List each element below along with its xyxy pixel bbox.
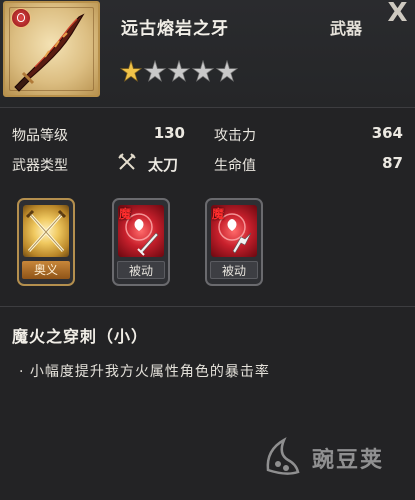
skill-card-passive-2[interactable]: 魔 被动: [205, 198, 263, 286]
hp-label: 生命值: [214, 158, 256, 174]
passive-skill-image: 魔: [211, 205, 257, 257]
divider: [0, 306, 415, 307]
hp-value: 87: [382, 154, 403, 172]
skill-card-ultimate[interactable]: 奥义: [17, 198, 75, 286]
divider: [0, 107, 415, 108]
crossed-swords-icon: [118, 153, 136, 170]
skill-description: · 小幅度提升我方火属性角色的暴击率: [19, 364, 270, 380]
item-level-value: 130: [153, 124, 185, 142]
ultimate-skill-image: [23, 205, 69, 257]
item-level-label: 物品等级: [12, 128, 68, 144]
star-empty-icon: [192, 60, 214, 82]
star-empty-icon: [168, 60, 190, 82]
item-category: 武器: [330, 19, 363, 38]
demon-corner-badge: 魔: [212, 207, 225, 221]
weapon-blade-icon: [14, 13, 85, 92]
attack-value: 364: [371, 124, 403, 142]
star-empty-icon: [144, 60, 166, 82]
skill-tag-label: 被动: [117, 261, 165, 279]
weapon-type-label: 武器类型: [12, 158, 68, 174]
wandoujia-logo-icon: [266, 437, 300, 475]
weapon-name: 远古熔岩之牙: [121, 19, 229, 39]
skill-tag-label: 被动: [210, 261, 258, 279]
weapon-portrait: [3, 1, 100, 97]
passive-skill-image: 魔: [118, 205, 164, 257]
skill-title: 魔火之穿刺（小）: [12, 327, 149, 346]
close-button[interactable]: X: [380, 0, 415, 32]
item-header: 远古熔岩之牙 武器 X: [0, 0, 415, 107]
skill-tag-label: 奥义: [22, 261, 70, 279]
demon-corner-badge: 魔: [119, 207, 132, 221]
watermark-text: 豌豆荚: [312, 448, 385, 473]
crossed-blades-icon: [25, 209, 67, 253]
weapon-type-value: 太刀: [148, 156, 179, 174]
skill-card-passive-1[interactable]: 魔 被动: [112, 198, 170, 286]
attack-label: 攻击力: [214, 128, 256, 144]
star-rating: [120, 60, 238, 82]
star-filled-icon: [120, 60, 142, 82]
star-empty-icon: [216, 60, 238, 82]
